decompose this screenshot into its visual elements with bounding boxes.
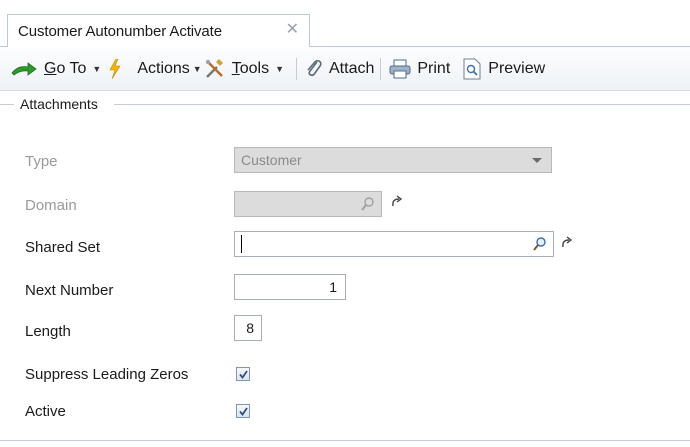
paperclip-icon bbox=[305, 59, 323, 79]
next-number-label: Next Number bbox=[25, 282, 114, 299]
preview-icon bbox=[462, 58, 482, 80]
domain-field[interactable] bbox=[234, 191, 382, 217]
tab-customer-autonumber-activate[interactable]: Customer Autonumber Activate ✕ bbox=[7, 14, 310, 47]
tab-title: Customer Autonumber Activate bbox=[18, 22, 222, 40]
chevron-down-icon[interactable]: ▼ bbox=[193, 64, 202, 74]
active-checkbox[interactable] bbox=[236, 404, 250, 418]
chevron-down-icon[interactable]: ▼ bbox=[92, 64, 101, 74]
shared-set-label: Shared Set bbox=[25, 239, 101, 256]
length-label: Length bbox=[25, 323, 71, 340]
chevron-down-icon[interactable] bbox=[532, 158, 542, 163]
tools-label: Tools bbox=[231, 59, 270, 77]
printer-icon bbox=[389, 59, 411, 79]
text-cursor bbox=[241, 235, 242, 253]
active-label: Active bbox=[25, 403, 66, 420]
group-border-left bbox=[0, 104, 14, 105]
link-arrow-icon[interactable] bbox=[560, 236, 574, 250]
goto-label: Go To bbox=[44, 59, 87, 77]
domain-label: Domain bbox=[25, 197, 77, 214]
magnifier-icon[interactable] bbox=[358, 195, 378, 213]
attach-label: Attach bbox=[329, 59, 375, 77]
type-value: Customer bbox=[241, 152, 302, 168]
form-bottom-border bbox=[0, 440, 690, 441]
next-number-input[interactable]: 1 bbox=[234, 274, 346, 300]
group-title: Attachments bbox=[18, 96, 100, 112]
shared-set-input[interactable] bbox=[234, 231, 554, 257]
close-icon[interactable]: ✕ bbox=[286, 22, 299, 38]
tab-strip: Customer Autonumber Activate ✕ bbox=[0, 0, 690, 47]
suppress-leading-zeros-checkbox[interactable] bbox=[236, 367, 250, 381]
checkmark-icon bbox=[239, 370, 248, 379]
green-arrow-icon bbox=[10, 61, 38, 77]
checkmark-icon bbox=[239, 407, 248, 416]
goto-button[interactable]: Go To ▼ bbox=[10, 55, 107, 83]
actions-label: Actions bbox=[137, 59, 190, 77]
link-arrow-icon[interactable] bbox=[390, 195, 404, 209]
length-input[interactable]: 8 bbox=[234, 315, 262, 341]
print-button[interactable]: Print bbox=[389, 55, 450, 83]
preview-label: Preview bbox=[488, 59, 546, 77]
attach-button[interactable]: Attach bbox=[305, 55, 374, 83]
suppress-leading-zeros-label: Suppress Leading Zeros bbox=[25, 366, 189, 383]
lightning-icon bbox=[107, 58, 123, 79]
actions-button[interactable]: Actions ▼ bbox=[107, 55, 203, 83]
toolbar: Go To ▼ Actions ▼ Tools ▼ Attach Print P… bbox=[0, 47, 690, 91]
preview-button[interactable]: Preview bbox=[462, 55, 545, 83]
group-border-right bbox=[114, 104, 690, 105]
next-number-value: 1 bbox=[329, 279, 337, 295]
magnifier-icon[interactable] bbox=[530, 235, 550, 253]
tools-button[interactable]: Tools ▼ bbox=[204, 55, 290, 83]
print-label: Print bbox=[417, 59, 451, 77]
tools-icon bbox=[204, 58, 226, 79]
toolbar-separator bbox=[380, 57, 382, 80]
type-select[interactable]: Customer bbox=[234, 147, 552, 173]
toolbar-separator bbox=[296, 57, 297, 80]
chevron-down-icon[interactable]: ▼ bbox=[275, 64, 284, 74]
type-label: Type bbox=[25, 153, 58, 170]
length-value: 8 bbox=[246, 320, 254, 336]
